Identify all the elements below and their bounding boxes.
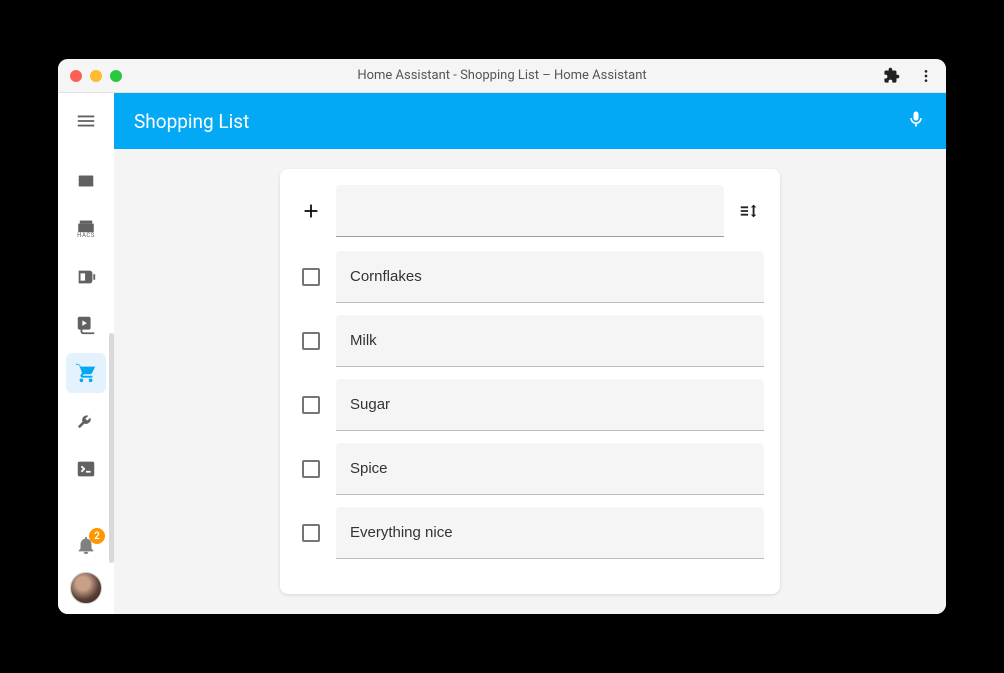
item-checkbox[interactable] (302, 268, 320, 286)
sidebar-item-shopping-list[interactable] (66, 353, 106, 393)
app-window: Home Assistant - Shopping List – Home As… (58, 59, 946, 614)
item-checkbox[interactable] (302, 332, 320, 350)
item-name-input[interactable] (336, 507, 764, 559)
sidebar: HACS (58, 93, 114, 614)
extensions-icon[interactable] (883, 67, 900, 84)
main-area: Shopping List (114, 93, 946, 614)
item-row (296, 443, 764, 495)
item-name-input[interactable] (336, 251, 764, 303)
item-name-input[interactable] (336, 379, 764, 431)
item-row (296, 315, 764, 367)
notification-badge: 2 (89, 528, 105, 544)
sidebar-item-hacs[interactable]: HACS (66, 209, 106, 249)
item-name-input[interactable] (336, 315, 764, 367)
appbar: Shopping List (114, 93, 946, 149)
window-controls (70, 70, 122, 82)
sidebar-item-devtools[interactable] (66, 401, 106, 441)
sidebar-item-energy[interactable] (66, 257, 106, 297)
item-row (296, 507, 764, 559)
add-item-button[interactable] (296, 200, 326, 222)
user-avatar[interactable] (70, 572, 102, 604)
item-checkbox[interactable] (302, 524, 320, 542)
sort-button[interactable] (734, 200, 764, 222)
zoom-window-button[interactable] (110, 70, 122, 82)
titlebar: Home Assistant - Shopping List – Home As… (58, 59, 946, 93)
item-row (296, 379, 764, 431)
notifications-button[interactable]: 2 (75, 534, 97, 560)
shopping-list-card (280, 169, 780, 594)
voice-button[interactable] (906, 109, 926, 134)
item-name-input[interactable] (336, 443, 764, 495)
item-row (296, 251, 764, 303)
item-checkbox[interactable] (302, 460, 320, 478)
close-window-button[interactable] (70, 70, 82, 82)
page-title: Shopping List (134, 110, 249, 133)
minimize-window-button[interactable] (90, 70, 102, 82)
sidebar-item-overview[interactable] (66, 161, 106, 201)
sidebar-item-media[interactable] (66, 305, 106, 345)
sidebar-item-terminal[interactable] (66, 449, 106, 489)
window-title: Home Assistant - Shopping List – Home As… (58, 68, 946, 83)
hacs-label: HACS (77, 233, 95, 239)
add-item-row (296, 185, 764, 237)
item-list (296, 251, 764, 559)
item-checkbox[interactable] (302, 396, 320, 414)
sidebar-scrollbar[interactable] (109, 333, 114, 563)
browser-menu-icon[interactable] (918, 68, 934, 84)
new-item-input[interactable] (336, 185, 724, 237)
hamburger-button[interactable] (58, 93, 114, 149)
